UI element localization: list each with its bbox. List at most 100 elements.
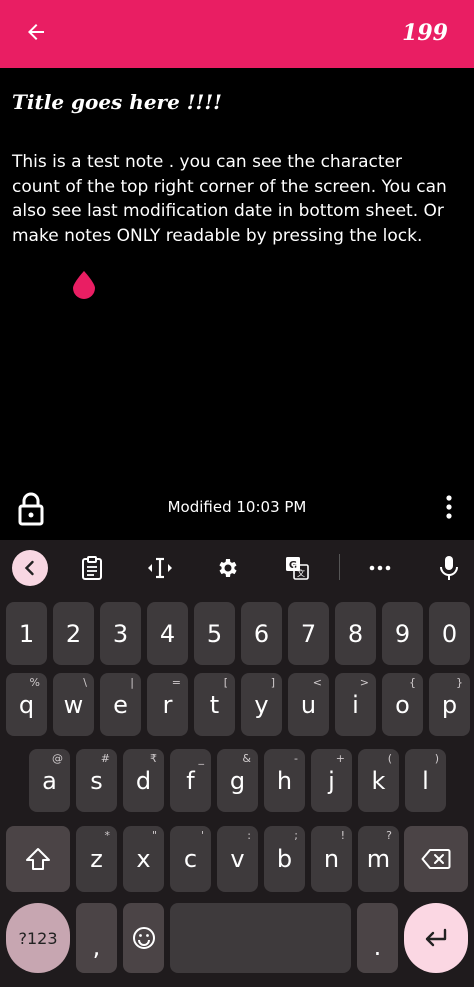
key-label: w bbox=[63, 690, 84, 719]
key-r[interactable]: r = bbox=[147, 673, 188, 736]
key-label: 5 bbox=[206, 619, 223, 648]
note-body[interactable]: This is a test note . you can see the ch… bbox=[12, 150, 452, 248]
key-alt-label: ? bbox=[386, 829, 392, 842]
key-label: h bbox=[276, 766, 293, 795]
key-y[interactable]: y] bbox=[241, 673, 282, 736]
key-n[interactable]: n! bbox=[311, 826, 352, 892]
key-w[interactable]: w \ bbox=[53, 673, 94, 736]
key-alt-label: < bbox=[312, 676, 322, 689]
key-8[interactable]: 8 bbox=[335, 602, 376, 665]
key-alt-label: + bbox=[335, 752, 345, 765]
clipboard-button[interactable] bbox=[74, 550, 110, 586]
key-m[interactable]: m? bbox=[358, 826, 399, 892]
key-v[interactable]: v: bbox=[217, 826, 258, 892]
key-label: 3 bbox=[112, 619, 129, 648]
key-alt-label: | bbox=[130, 676, 134, 689]
key-label: l bbox=[422, 766, 429, 795]
key-t[interactable]: t[ bbox=[194, 673, 235, 736]
key-0[interactable]: 0 bbox=[429, 602, 470, 665]
back-button[interactable] bbox=[16, 14, 56, 50]
key-alt-label: ) bbox=[434, 752, 439, 765]
key-q[interactable]: q% bbox=[6, 673, 47, 736]
key-label: g bbox=[229, 766, 246, 795]
key-d[interactable]: d ₹ bbox=[123, 749, 164, 812]
character-count: 199 bbox=[402, 20, 448, 46]
key-alt-label: @ bbox=[52, 752, 63, 765]
key-label: 7 bbox=[300, 619, 317, 648]
key-alt-label: " bbox=[151, 829, 157, 842]
key-label: 0 bbox=[441, 619, 458, 648]
key-u[interactable]: u < bbox=[288, 673, 329, 736]
key-label: c bbox=[183, 845, 198, 873]
key-c[interactable]: c ' bbox=[170, 826, 211, 892]
key-7[interactable]: 7 bbox=[288, 602, 329, 665]
key-6[interactable]: 6 bbox=[241, 602, 282, 665]
key-label: u bbox=[300, 690, 317, 719]
key-2[interactable]: 2 bbox=[53, 602, 94, 665]
keyboard-collapse-button[interactable] bbox=[12, 550, 48, 586]
enter-key[interactable] bbox=[404, 903, 468, 973]
key-l[interactable]: l) bbox=[405, 749, 446, 812]
key-alt-label: - bbox=[294, 752, 298, 765]
backspace-key[interactable] bbox=[404, 826, 468, 892]
key-label: 1 bbox=[18, 619, 35, 648]
key-alt-label: ] bbox=[270, 676, 275, 689]
key-alt-label: * bbox=[104, 829, 111, 842]
key-f[interactable]: f _ bbox=[170, 749, 211, 812]
key-alt-label: : bbox=[247, 829, 251, 842]
key-label: n bbox=[323, 845, 340, 873]
key-alt-label: ' bbox=[200, 829, 204, 842]
key-label: 6 bbox=[253, 619, 270, 648]
voice-input-button[interactable] bbox=[431, 550, 467, 586]
key-s[interactable]: s # bbox=[76, 749, 117, 812]
shift-icon bbox=[26, 848, 50, 870]
translate-button[interactable]: G 文 bbox=[279, 550, 315, 586]
key-label: z bbox=[90, 845, 103, 873]
key-4[interactable]: 4 bbox=[147, 602, 188, 665]
key-h[interactable]: h- bbox=[264, 749, 305, 812]
more-options-button[interactable] bbox=[444, 494, 454, 520]
comma-key[interactable]: , bbox=[76, 903, 117, 973]
key-g[interactable]: g & bbox=[217, 749, 258, 812]
emoji-key[interactable] bbox=[123, 903, 164, 973]
key-label: v bbox=[230, 845, 245, 873]
key-label: f bbox=[186, 766, 195, 795]
key-alt-label: = bbox=[171, 676, 181, 689]
key-k[interactable]: k( bbox=[358, 749, 399, 812]
key-alt-label: [ bbox=[223, 676, 228, 689]
note-title[interactable]: Title goes here !!!! bbox=[12, 90, 222, 114]
key-p[interactable]: p} bbox=[429, 673, 470, 736]
keyboard-settings-button[interactable] bbox=[210, 550, 246, 586]
symbols-key[interactable]: ?123 bbox=[6, 903, 70, 973]
shift-key[interactable] bbox=[6, 826, 70, 892]
more-toolbar-button[interactable] bbox=[362, 550, 398, 586]
text-cursor-handle[interactable] bbox=[71, 271, 97, 299]
period-key[interactable]: . bbox=[357, 903, 398, 973]
bottom-bar: Modified 10:03 PM bbox=[0, 484, 474, 540]
key-label: 4 bbox=[159, 619, 176, 648]
key-e[interactable]: e | bbox=[100, 673, 141, 736]
modified-timestamp: Modified 10:03 PM bbox=[167, 498, 307, 516]
key-alt-label: ; bbox=[294, 829, 298, 842]
key-j[interactable]: j + bbox=[311, 749, 352, 812]
text-edit-button[interactable] bbox=[142, 550, 178, 586]
key-3[interactable]: 3 bbox=[100, 602, 141, 665]
key-5[interactable]: 5 bbox=[194, 602, 235, 665]
key-z[interactable]: z * bbox=[76, 826, 117, 892]
key-i[interactable]: i > bbox=[335, 673, 376, 736]
key-label: t bbox=[209, 690, 220, 719]
key-1[interactable]: 1 bbox=[6, 602, 47, 665]
key-label: a bbox=[42, 766, 57, 795]
key-b[interactable]: b; bbox=[264, 826, 305, 892]
key-a[interactable]: a @ bbox=[29, 749, 70, 812]
more-vert-icon bbox=[446, 495, 452, 519]
key-x[interactable]: x " bbox=[123, 826, 164, 892]
key-label: r bbox=[162, 690, 173, 719]
key-label: 2 bbox=[65, 619, 82, 648]
key-o[interactable]: o{ bbox=[382, 673, 423, 736]
key-alt-label: # bbox=[100, 752, 110, 765]
key-label: p bbox=[441, 690, 458, 719]
key-9[interactable]: 9 bbox=[382, 602, 423, 665]
key-label: e bbox=[113, 690, 128, 719]
space-key[interactable] bbox=[170, 903, 351, 973]
